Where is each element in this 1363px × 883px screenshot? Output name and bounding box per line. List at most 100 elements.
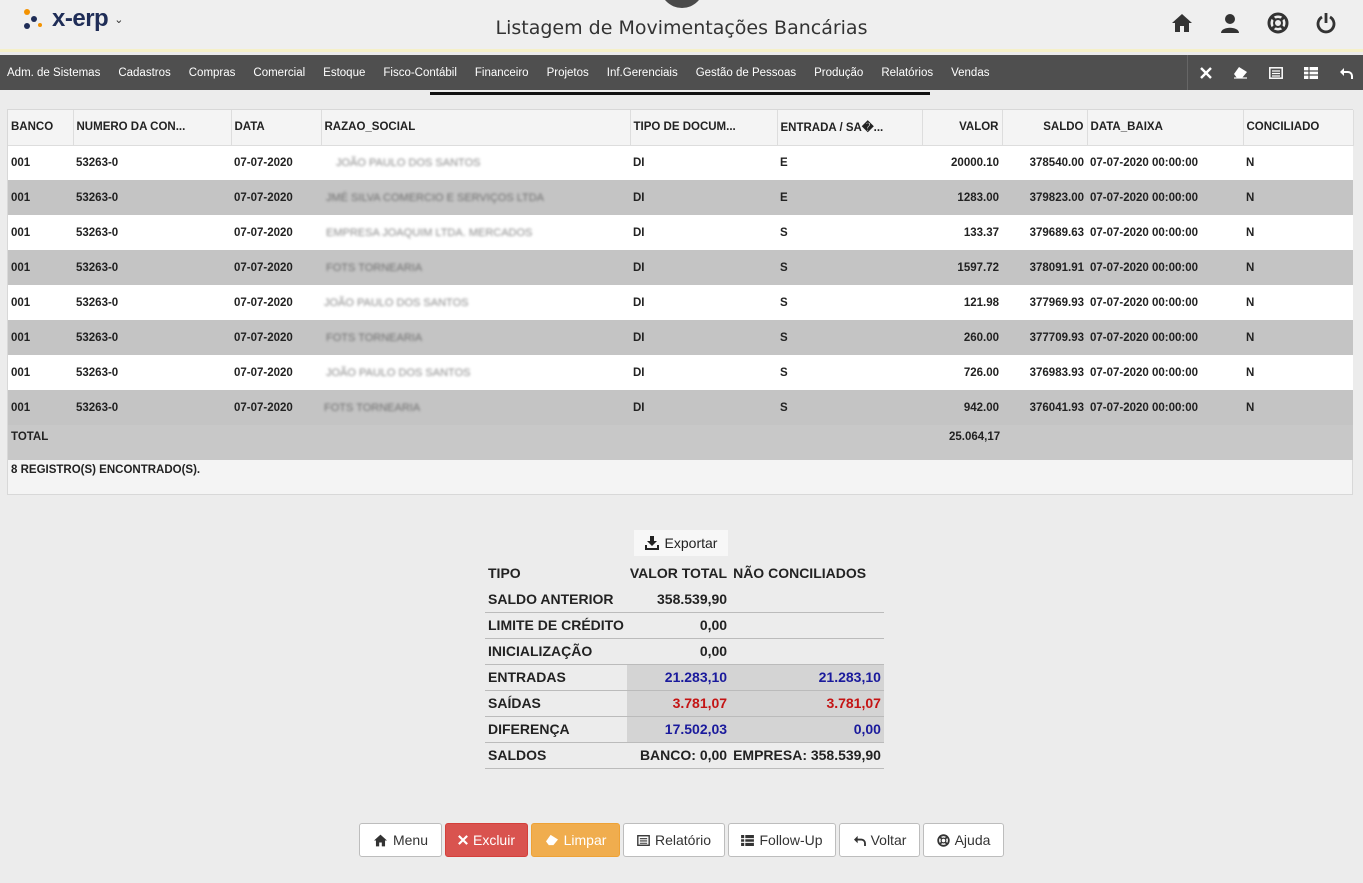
column-header[interactable]: DATA [231, 110, 322, 146]
cell-conta: 53263-0 [73, 390, 231, 425]
table-row[interactable]: 001 53263-0 07-07-2020 JOÃO PAULO DOS SA… [8, 145, 1353, 180]
report-icon [637, 834, 650, 846]
table-row[interactable]: 001 53263-0 07-07-2020 FOTS TORNEARIA DI… [8, 320, 1353, 355]
menu-item-inf-gerenciais[interactable]: Inf.Gerenciais [598, 67, 687, 79]
column-header[interactable]: VALOR [922, 110, 1003, 146]
summary-total: BANCO: 0,00 [626, 742, 731, 769]
table-row[interactable]: 001 53263-0 07-07-2020 EMPRESA JOAQUIM L… [8, 215, 1353, 250]
menu-item-compras[interactable]: Compras [180, 67, 245, 79]
menu-item-estoque[interactable]: Estoque [314, 67, 374, 79]
back-icon[interactable] [1328, 55, 1363, 90]
cell-data: 07-07-2020 [231, 250, 321, 285]
voltar-button[interactable]: Voltar [839, 823, 920, 857]
help-icon[interactable] [1265, 10, 1291, 36]
column-header[interactable]: TIPO DE DOCUM... [630, 110, 778, 146]
follow-up-button[interactable]: Follow-Up [728, 823, 836, 857]
cell-razao-social: JOÃO PAULO DOS SANTOS [321, 355, 630, 390]
limpar-button[interactable]: Limpar [531, 823, 620, 857]
cell-banco: 001 [8, 390, 73, 425]
cell-saldo: 377709.93 [1002, 320, 1087, 355]
cell-valor: 726.00 [922, 355, 1002, 390]
menu-item-cadastros[interactable]: Cadastros [109, 67, 179, 79]
cell-tipo-doc: DI [630, 250, 777, 285]
records-count: 8 REGISTRO(S) ENCONTRADO(S). [11, 464, 201, 476]
cell-valor: 1597.72 [922, 250, 1002, 285]
ajuda-button[interactable]: Ajuda [923, 823, 1004, 857]
cell-banco: 001 [8, 355, 73, 390]
summary-header: VALOR TOTAL [629, 565, 728, 581]
report-icon[interactable] [1258, 55, 1293, 90]
summary-label: SAÍDAS [485, 690, 627, 717]
eraser-icon [545, 834, 558, 846]
table-row[interactable]: 001 53263-0 07-07-2020 JOÃO PAULO DOS SA… [8, 285, 1353, 320]
cell-data: 07-07-2020 [231, 145, 321, 180]
redacted-text: JMÉ SILVA COMERCIO E SERVIÇOS LTDA [326, 191, 545, 204]
cell-conciliado: N [1243, 250, 1353, 285]
table-icon[interactable] [1293, 55, 1328, 90]
column-header[interactable]: BANCO [8, 110, 74, 146]
home-icon [373, 834, 387, 846]
results-panel: BANCO NUMERO DA CON... DATA RAZAO_SOCIAL… [7, 109, 1354, 495]
menu-item-projetos[interactable]: Projetos [538, 67, 598, 79]
summary-label: DIFERENÇA [485, 716, 627, 743]
follow-up-button-label: Follow-Up [759, 832, 823, 848]
total-value: 25.064,17 [922, 425, 1087, 460]
power-icon[interactable] [1313, 10, 1339, 36]
export-button[interactable]: Exportar [634, 530, 728, 556]
summary-header-row: TIPO VALOR TOTAL NÃO CONCILIADOS [485, 560, 884, 586]
menu-item-vendas[interactable]: Vendas [942, 67, 998, 79]
summary-nao-conciliado: EMPRESA: 358.539,90 [730, 742, 884, 769]
cell-banco: 001 [8, 215, 73, 250]
cell-entrada-saida: S [777, 355, 922, 390]
cell-data-baixa: 07-07-2020 00:00:00 [1087, 180, 1243, 215]
column-header[interactable]: SALDO [1002, 110, 1088, 146]
table-row[interactable]: 001 53263-0 07-07-2020 JMÉ SILVA COMERCI… [8, 180, 1353, 215]
home-icon[interactable] [1169, 10, 1195, 36]
cell-conciliado: N [1243, 285, 1353, 320]
eraser-icon[interactable] [1223, 55, 1258, 90]
cell-valor: 121.98 [922, 285, 1002, 320]
table-row[interactable]: 001 53263-0 07-07-2020 JOÃO PAULO DOS SA… [8, 355, 1353, 390]
cell-conta: 53263-0 [73, 355, 231, 390]
column-header[interactable]: RAZAO_SOCIAL [321, 110, 631, 146]
summary-label: LIMITE DE CRÉDITO [485, 612, 627, 639]
menu-item-adm-sistemas[interactable]: Adm. de Sistemas [0, 67, 109, 79]
summary-label: ENTRADAS [485, 664, 627, 691]
menu-item-gestao-pessoas[interactable]: Gestão de Pessoas [687, 67, 805, 79]
cell-saldo: 378540.00 [1002, 145, 1087, 180]
redacted-text: FOTS TORNEARIA [324, 401, 421, 414]
cell-conta: 53263-0 [73, 285, 231, 320]
main-menu-bar: Adm. de Sistemas Cadastros Compras Comer… [0, 55, 1363, 90]
close-icon[interactable] [1188, 55, 1223, 90]
column-header[interactable]: DATA_BAIXA [1087, 110, 1244, 146]
menu-item-financeiro[interactable]: Financeiro [466, 67, 538, 79]
cell-razao-social: EMPRESA JOAQUIM LTDA. MERCADOS [321, 215, 630, 250]
menu-item-fisco-contabil[interactable]: Fisco-Contábil [374, 67, 466, 79]
action-buttons: Menu Excluir Limpar Relatório Follow-Up … [359, 823, 1004, 857]
column-header[interactable]: ENTRADA / SA�... [777, 110, 923, 146]
cell-razao-social: JOÃO PAULO DOS SANTOS [321, 145, 630, 180]
user-icon[interactable] [1217, 10, 1243, 36]
menu-item-relatorios[interactable]: Relatórios [872, 67, 942, 79]
summary-nao-conciliado [730, 586, 884, 613]
cell-tipo-doc: DI [630, 145, 777, 180]
table-row[interactable]: 001 53263-0 07-07-2020 FOTS TORNEARIA DI… [8, 250, 1353, 285]
cell-entrada-saida: S [777, 390, 922, 425]
cell-razao-social: FOTS TORNEARIA [321, 390, 630, 425]
column-header[interactable]: CONCILIADO [1243, 110, 1354, 146]
menu-button[interactable]: Menu [359, 823, 442, 857]
cell-valor: 1283.00 [922, 180, 1002, 215]
movements-table: BANCO NUMERO DA CON... DATA RAZAO_SOCIAL… [8, 110, 1354, 460]
header-center-tab[interactable] [660, 0, 704, 8]
cell-conciliado: N [1243, 390, 1353, 425]
excluir-button[interactable]: Excluir [445, 823, 528, 857]
menu-item-producao[interactable]: Produção [805, 67, 872, 79]
relatorio-button[interactable]: Relatório [623, 823, 725, 857]
cell-entrada-saida: S [777, 320, 922, 355]
cell-razao-social: FOTS TORNEARIA [321, 320, 630, 355]
export-label: Exportar [664, 535, 718, 551]
menu-item-comercial[interactable]: Comercial [244, 67, 314, 79]
column-header[interactable]: NUMERO DA CON... [73, 110, 232, 146]
table-row[interactable]: 001 53263-0 07-07-2020 FOTS TORNEARIA DI… [8, 390, 1353, 425]
cell-banco: 001 [8, 285, 73, 320]
